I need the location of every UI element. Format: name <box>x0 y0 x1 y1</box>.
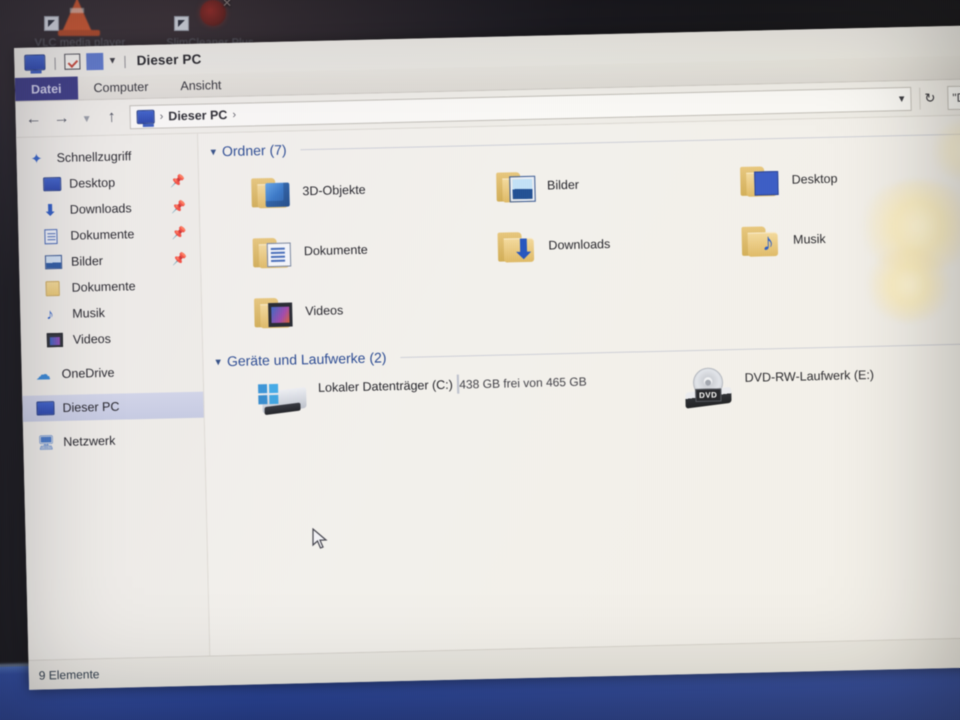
chevron-down-icon[interactable]: ▾ <box>215 355 221 368</box>
sidebar-item-label: Schnellzugriff <box>56 149 132 166</box>
pin-icon[interactable]: 📌 <box>172 252 187 266</box>
folder-item-dokumente[interactable]: Dokumente <box>252 221 498 279</box>
folder-documents-icon <box>252 234 295 269</box>
tab-computer[interactable]: Computer <box>77 74 164 99</box>
drive-item-dvd-rw-e[interactable]: DVD DVD-RW-Laufwerk (E:) <box>682 364 875 409</box>
pin-icon[interactable]: 📌 <box>171 200 186 214</box>
sidebar-item-label: Bilder <box>70 253 104 269</box>
hard-disk-windows-icon <box>256 377 309 418</box>
drive-free-space: 438 GB frei von 465 GB <box>459 374 587 392</box>
picture-icon <box>44 254 63 269</box>
folder-item-label: Videos <box>305 303 344 319</box>
group-header-label: Ordner (7) <box>221 141 287 160</box>
status-item-count: 9 Elemente <box>38 666 100 683</box>
group-header-label: Geräte und Laufwerke (2) <box>226 349 387 370</box>
folder-icon <box>45 280 60 296</box>
sidebar-item-label: Musik <box>72 305 106 321</box>
film-strip-icon <box>46 332 64 347</box>
document-icon <box>44 228 58 244</box>
sidebar-item-dieser-pc[interactable]: Dieser PC <box>22 391 205 422</box>
properties-checkbox-icon[interactable] <box>64 53 81 70</box>
address-dropdown-chevron-down-icon[interactable]: ▾ <box>899 92 905 105</box>
folder-item-3d-objekte[interactable]: 3D-Objekte <box>251 161 497 219</box>
chevron-down-icon[interactable]: ▾ <box>210 145 216 158</box>
recent-locations-chevron-down-icon[interactable]: ▾ <box>80 111 94 125</box>
folder-item-label: Desktop <box>791 171 838 187</box>
folder-item-musik[interactable]: ♪ Musik <box>741 209 960 267</box>
folder-desktop-icon <box>740 163 783 198</box>
sidebar-item-label: Desktop <box>69 175 116 191</box>
blue-square-icon[interactable] <box>86 52 104 70</box>
folder-grid: 3D-Objekte Bilder Desktop Dokumente ⬇ Do… <box>199 145 960 347</box>
folder-item-label: Dokumente <box>303 242 368 259</box>
drive-name: DVD-RW-Laufwerk (E:) <box>744 367 875 385</box>
folder-item-downloads[interactable]: ⬇ Downloads <box>497 215 743 273</box>
monitor-icon <box>36 400 55 416</box>
tab-ansicht[interactable]: Ansicht <box>164 73 238 98</box>
pin-icon[interactable]: 📌 <box>170 174 185 188</box>
vlc-cone-icon <box>26 0 134 36</box>
slimcleaner-icon: ✕ <box>156 0 264 36</box>
dvd-badge: DVD <box>694 388 722 403</box>
navigation-pane: ✦ Schnellzugriff Desktop 📌 ⬇ Downloads 📌… <box>16 133 211 660</box>
divider: | <box>53 54 57 70</box>
folder-item-videos[interactable]: Videos <box>253 281 500 339</box>
folder-item-label: Downloads <box>548 237 611 253</box>
folder-item-desktop[interactable]: Desktop <box>740 149 960 207</box>
pin-icon[interactable]: 📌 <box>171 226 186 240</box>
folder-item-label: Bilder <box>546 177 580 193</box>
monitor-icon <box>136 109 155 124</box>
tab-datei[interactable]: Datei <box>14 76 78 101</box>
up-arrow-icon[interactable]: ↑ <box>101 108 121 125</box>
sidebar-item-label: Dieser PC <box>62 399 120 415</box>
sidebar-item-label: Videos <box>72 331 112 347</box>
sidebar-item-label: Dokumente <box>70 227 135 243</box>
search-input[interactable]: "D <box>947 84 960 110</box>
breadcrumb-separator: › <box>159 110 164 123</box>
quick-access-dropdown-icon[interactable]: ▾ <box>110 54 116 66</box>
window-body: ✦ Schnellzugriff Desktop 📌 ⬇ Downloads 📌… <box>16 115 960 660</box>
monitor-icon <box>24 54 46 71</box>
sidebar-item-netzwerk[interactable]: 🖥 Netzwerk <box>23 426 206 456</box>
breadcrumb-dieser-pc[interactable]: Dieser PC <box>168 107 227 122</box>
divider <box>400 343 960 358</box>
shortcut-overlay-icon <box>44 16 59 31</box>
refresh-icon[interactable]: ↻ <box>919 86 940 110</box>
folder-videos-icon <box>253 294 297 329</box>
divider: | <box>123 52 127 68</box>
sidebar-item-videos[interactable]: Videos <box>21 324 204 354</box>
desktop-icon-vlc[interactable]: VLC media player <box>26 0 134 49</box>
folder-item-label: 3D-Objekte <box>302 182 366 199</box>
folder-music-icon: ♪ <box>741 223 785 258</box>
download-arrow-icon: ⬇ <box>43 201 57 219</box>
screen-photo: VLC media player ✕ SlimCleaner Plus | ▾ … <box>0 0 960 720</box>
folder-item-label: Musik <box>792 231 826 247</box>
file-list-pane[interactable]: ▾ Ordner (7) 3D-Objekte Bilder Desktop D… <box>198 115 960 656</box>
folder-item-bilder[interactable]: Bilder <box>495 155 741 213</box>
sidebar-item-label: Netzwerk <box>63 433 116 449</box>
folder-3d-objects-icon <box>251 174 294 209</box>
music-note-icon: ♪ <box>46 305 54 323</box>
drive-name: Lokaler Datenträger (C:) <box>317 377 454 395</box>
shortcut-overlay-icon <box>174 16 189 31</box>
drive-item-local-disk-c[interactable]: Lokaler Datenträger (C:) 438 GB frei von… <box>256 371 587 419</box>
forward-arrow-icon[interactable]: → <box>51 109 71 126</box>
network-icon: 🖥 <box>37 433 56 451</box>
pin-star-icon: ✦ <box>30 149 43 167</box>
folder-downloads-icon: ⬇ <box>497 229 540 264</box>
window-title: Dieser PC <box>136 51 202 68</box>
file-explorer-window: | ▾ | Dieser PC Datei Computer Ansicht ←… <box>14 25 960 690</box>
back-arrow-icon[interactable]: ← <box>23 110 43 127</box>
sidebar-item-label: Dokumente <box>71 279 136 295</box>
sidebar-item-onedrive[interactable]: ☁ OneDrive <box>21 358 204 388</box>
folder-pictures-icon <box>495 169 539 204</box>
sidebar-item-label: OneDrive <box>61 365 115 381</box>
breadcrumb-separator: › <box>232 108 237 121</box>
monitor-icon <box>43 176 62 191</box>
sidebar-item-label: Downloads <box>69 201 132 217</box>
cloud-icon: ☁ <box>35 365 51 384</box>
dvd-drive-icon: DVD <box>682 367 735 409</box>
